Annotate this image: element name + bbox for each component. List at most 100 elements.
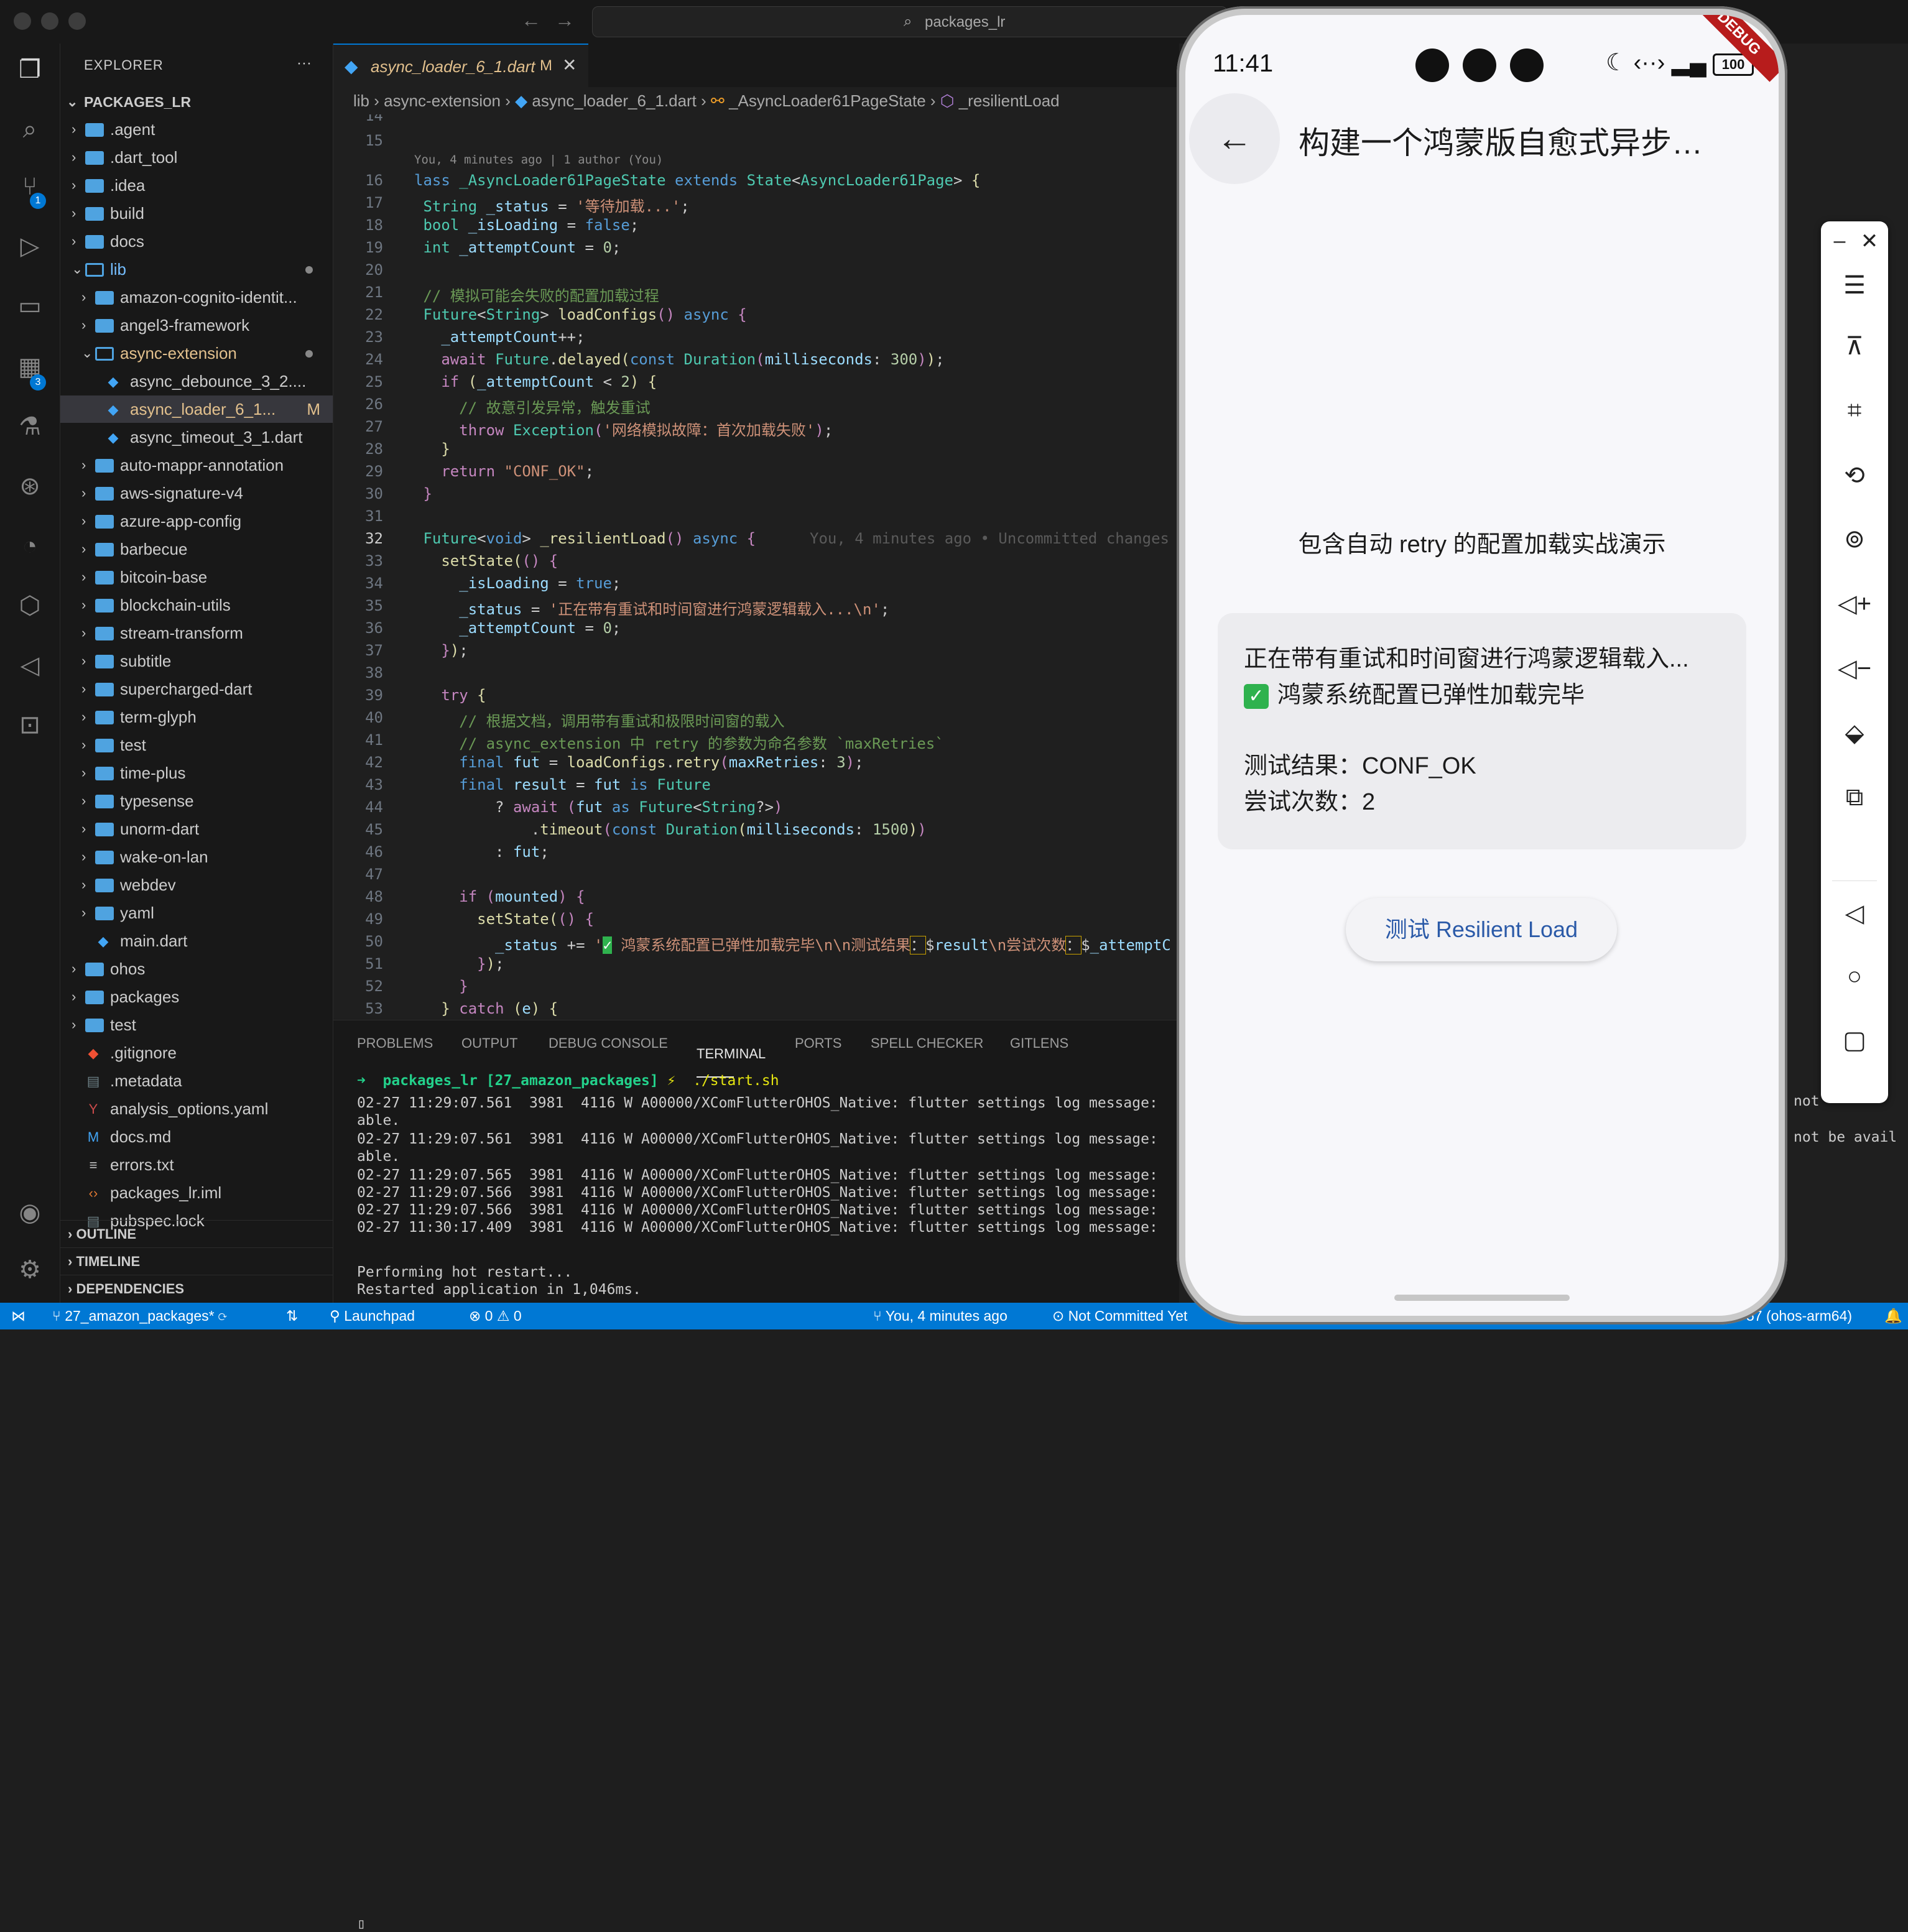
tree-item[interactable]: ◆ async_timeout_3_1.dart [60, 423, 333, 451]
tree-item[interactable]: › yaml [60, 899, 333, 927]
breadcrumb-file[interactable]: async_loader_6_1.dart [532, 91, 697, 110]
command-center-search[interactable]: ⌕ packages_lr [592, 6, 1228, 37]
tree-item[interactable]: › angel3-framework [60, 312, 333, 339]
crop-icon[interactable]: ⌗ [1821, 397, 1888, 425]
tree-item[interactable]: ▤ .metadata [60, 1067, 333, 1094]
codelens-author[interactable]: You, 4 minutes ago | 1 author (You) [414, 153, 663, 167]
explorer-icon[interactable]: ❐ [11, 51, 49, 88]
tree-item[interactable]: ⌄ lib [60, 256, 333, 283]
flutter-icon[interactable]: ◁ [11, 647, 49, 684]
breadcrumb-class[interactable]: _AsyncLoader61PageState [729, 91, 926, 110]
settings-gear-icon[interactable]: ⚙ [11, 1251, 49, 1288]
close-window-button[interactable] [14, 12, 31, 30]
menu-icon[interactable]: ☰ [1821, 271, 1888, 300]
tab-debug-console[interactable]: DEBUG CONSOLE [549, 1035, 668, 1052]
tab-ports[interactable]: PORTS [795, 1035, 841, 1052]
screenshot-icon[interactable]: ⊚ [1821, 525, 1888, 553]
shake-icon[interactable]: ⬙ [1821, 719, 1888, 747]
tab-gitlens[interactable]: GITLENS [1010, 1035, 1068, 1052]
tree-item[interactable]: › aws-signature-v4 [60, 479, 333, 507]
code-editor[interactable]: 14 15 16 17 18 19 20 21 22 23 24 25 26 27 28 29 30 31 32 33… [333, 114, 1179, 1019]
tree-item[interactable]: ‹› packages_lr.iml [60, 1179, 333, 1206]
back-arrow-icon[interactable]: ← [521, 9, 541, 32]
more-actions-icon[interactable]: ··· [297, 55, 312, 72]
launchpad-status[interactable]: ⚲ Launchpad [330, 1303, 415, 1329]
maximize-window-button[interactable] [68, 12, 86, 30]
git-branch-status[interactable]: ⑂ 27_amazon_packages* ⟳ [52, 1303, 227, 1329]
nav-recents-icon[interactable]: ▢ [1821, 1026, 1888, 1055]
tree-item[interactable]: ⌄ async-extension [60, 340, 333, 367]
blame-status[interactable]: ⑂ You, 4 minutes ago [873, 1303, 1007, 1329]
tree-item[interactable]: Yanalysis_options.yaml [60, 1095, 333, 1122]
breadcrumb-method[interactable]: _resilientLoad [959, 91, 1060, 110]
volume-down-icon[interactable]: ◁− [1821, 654, 1888, 683]
dependencies-section[interactable]: › DEPENDENCIES [60, 1275, 333, 1303]
sync-icon[interactable]: ⇅ [286, 1303, 298, 1329]
containers-icon[interactable]: ⬡ [11, 587, 49, 624]
back-button[interactable]: ← [1189, 93, 1280, 184]
tree-item[interactable]: › build [60, 200, 333, 227]
inline-blame[interactable]: You, 4 minutes ago • Uncommitted changes [810, 530, 1169, 547]
tree-item[interactable]: › supercharged-dart [60, 675, 333, 703]
outline-section[interactable]: › OUTLINE [60, 1220, 333, 1248]
tree-item[interactable]: › .idea [60, 172, 333, 199]
tab-spell-checker[interactable]: SPELL CHECKER [871, 1035, 983, 1052]
commit-status[interactable]: ⊙ Not Committed Yet [1052, 1303, 1187, 1329]
home-indicator[interactable] [1394, 1295, 1570, 1301]
test-resilient-load-button[interactable]: 测试 Resilient Load [1346, 898, 1617, 961]
volume-up-icon[interactable]: ◁+ [1821, 589, 1888, 618]
testing-icon[interactable]: ⚗ [11, 408, 49, 445]
tree-item[interactable]: ◆ async_debounce_3_2.... [60, 367, 333, 395]
tree-item[interactable]: › term-glyph [60, 703, 333, 731]
workspace-root[interactable]: ⌄ PACKAGES_LR [60, 88, 333, 116]
tree-item[interactable]: › subtitle [60, 647, 333, 675]
tree-item[interactable]: › test [60, 1011, 333, 1038]
remote-explorer-icon[interactable]: ▭ [11, 287, 49, 325]
tree-item[interactable]: › stream-transform [60, 619, 333, 647]
tree-item[interactable]: › ohos [60, 955, 333, 982]
tree-item[interactable]: › time-plus [60, 759, 333, 787]
tree-item[interactable]: › auto-mappr-annotation [60, 451, 333, 479]
breadcrumb-folder[interactable]: async-extension [384, 91, 501, 110]
breadcrumb-lib[interactable]: lib [353, 91, 369, 110]
problems-status[interactable]: ⊗ 0 ⚠ 0 [469, 1303, 522, 1329]
timeline-section[interactable]: › TIMELINE [60, 1247, 333, 1275]
history-icon[interactable]: ◔ [11, 527, 49, 565]
close-icon[interactable]: ✕ [1836, 229, 1903, 254]
tree-item[interactable]: ≡ errors.txt [60, 1151, 333, 1178]
tree-item[interactable]: › .agent [60, 116, 333, 143]
notifications-icon[interactable]: 🔔 [1884, 1303, 1902, 1329]
tree-item[interactable]: › bitcoin-base [60, 563, 333, 591]
tree-item[interactable]: › blockchain-utils [60, 591, 333, 619]
tree-item[interactable]: › typesense [60, 787, 333, 815]
minimize-window-button[interactable] [41, 12, 58, 30]
tree-item[interactable]: › unorm-dart [60, 815, 333, 843]
tree-item[interactable]: › barbecue [60, 535, 333, 563]
nav-home-icon[interactable]: ○ [1821, 963, 1888, 991]
account-icon[interactable]: ◉ [11, 1194, 49, 1231]
tree-item[interactable]: › test [60, 731, 333, 759]
tree-item[interactable]: › docs [60, 228, 333, 255]
search-icon[interactable]: ⌕ [11, 111, 49, 148]
close-tab-icon[interactable]: ✕ [562, 55, 577, 75]
tree-item[interactable]: › azure-app-config [60, 507, 333, 535]
tree-item[interactable]: › amazon-cognito-identit... [60, 284, 333, 311]
tree-item[interactable]: ◆ main.dart [60, 927, 333, 954]
tree-item[interactable]: Mdocs.md [60, 1123, 333, 1150]
nav-back-icon[interactable]: ◁ [1821, 899, 1888, 928]
pin-off-icon[interactable]: ⊼ [1821, 332, 1888, 361]
tree-item[interactable]: ◆ async_loader_6_1... M [60, 395, 333, 423]
run-debug-icon[interactable]: ▷ [11, 228, 49, 265]
tree-item[interactable]: › wake-on-lan [60, 843, 333, 871]
tab-output[interactable]: OUTPUT [461, 1035, 517, 1052]
tab-terminal[interactable]: TERMINAL [697, 1035, 766, 1078]
tree-item[interactable]: › webdev [60, 871, 333, 899]
tab-async-loader[interactable]: ◆ async_loader_6_1.dart M ✕ [333, 44, 588, 88]
phone-screen[interactable]: 11:41 ☾ ‹··› ▂▄ 100 DEBUG ← 构建一个鸿蒙版自愈式异步… [1185, 15, 1779, 1316]
multi-device-icon[interactable]: ⧉ [1821, 783, 1888, 811]
tree-item[interactable]: ◆ .gitignore [60, 1039, 333, 1066]
gitlens-icon[interactable]: ⊛ [11, 468, 49, 505]
tab-problems[interactable]: PROBLEMS [357, 1035, 433, 1052]
rotate-icon[interactable]: ⟲ [1821, 461, 1888, 490]
forward-arrow-icon[interactable]: → [555, 9, 575, 32]
